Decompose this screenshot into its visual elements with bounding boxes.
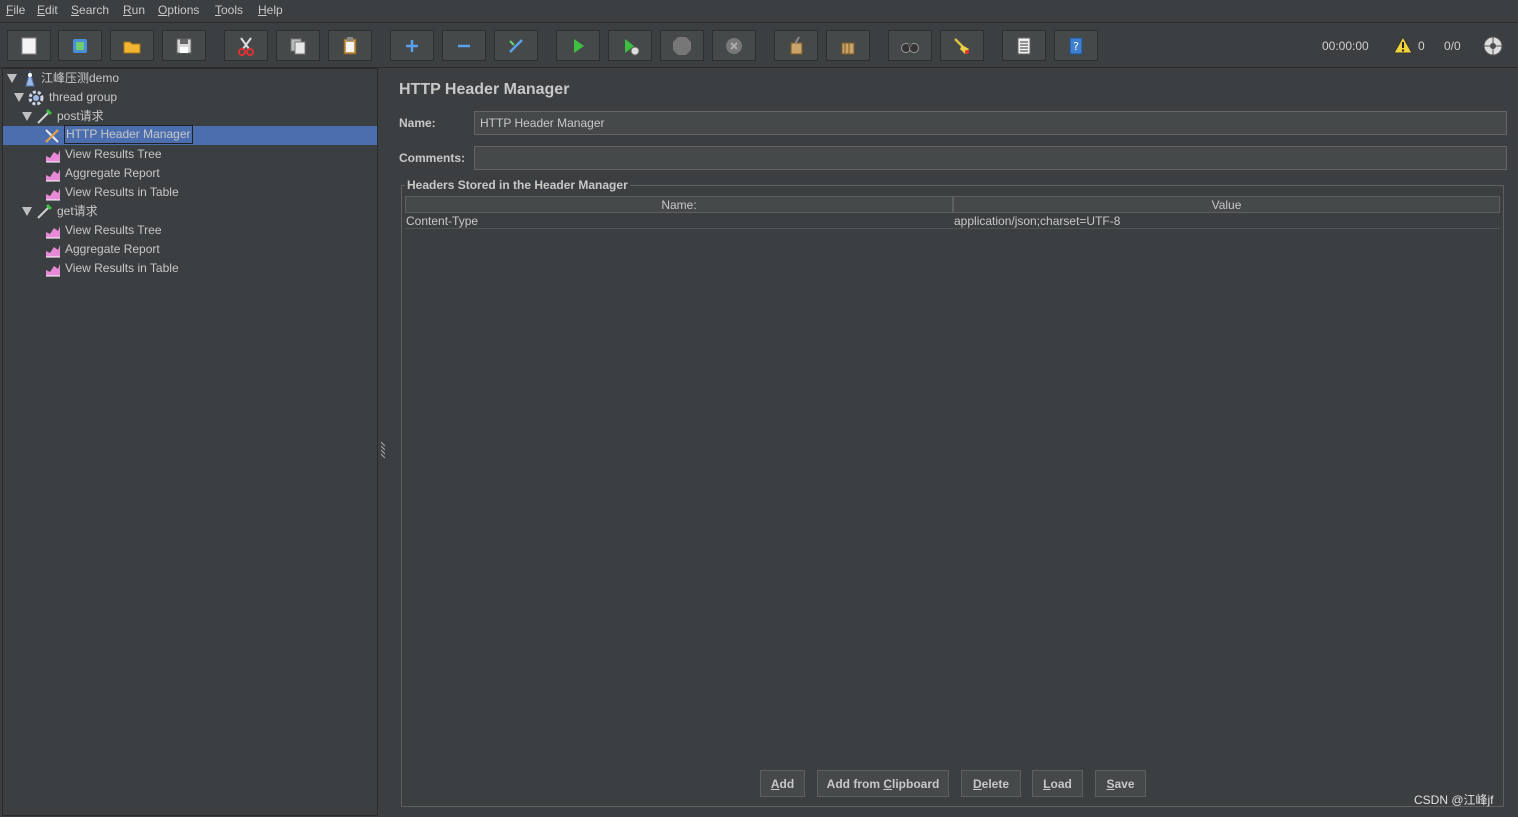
page-title: HTTP Header Manager (399, 81, 570, 98)
templates-button[interactable] (58, 30, 102, 61)
collapse-button[interactable] (442, 30, 486, 61)
header-manager-tools-icon (45, 129, 59, 143)
function-helper-button[interactable] (1002, 30, 1046, 61)
gear-icon (28, 90, 44, 106)
svg-text:?: ? (1073, 40, 1079, 53)
tree-node-http-header-manager[interactable]: HTTP Header Manager (3, 125, 377, 145)
test-plan-icon (25, 70, 35, 87)
elapsed-time: 00:00:00 (1322, 39, 1369, 53)
headers-group-title: Headers Stored in the Header Manager (405, 178, 630, 192)
cut-button[interactable] (224, 30, 268, 61)
menu-bar: File Edit Search Run Options Tools Help (0, 0, 1518, 23)
wand-icon (509, 38, 523, 53)
stop-icon (673, 36, 691, 55)
start-button[interactable] (556, 30, 600, 61)
header-row-name[interactable]: Content-Type (405, 213, 953, 229)
warning-count: 0 (1418, 39, 1425, 53)
scissors-icon (238, 36, 254, 56)
paste-button[interactable] (328, 30, 372, 61)
help-button[interactable]: ? (1054, 30, 1098, 61)
listener-chart-icon (46, 245, 60, 258)
add-from-clipboard-button[interactable]: Add from Clipboard (817, 770, 949, 797)
play-icon (574, 38, 584, 53)
list-icon (1017, 37, 1031, 54)
stop-button[interactable] (660, 30, 704, 61)
binoculars-icon (901, 42, 919, 53)
broom-icon (954, 37, 969, 54)
plus-icon (406, 39, 418, 52)
sampler-pipette-icon (37, 203, 53, 219)
open-button[interactable] (110, 30, 154, 61)
warning-icon[interactable] (1393, 36, 1413, 54)
save-button[interactable] (162, 30, 206, 61)
sampler-pipette-icon (37, 108, 53, 124)
shutdown-button[interactable] (712, 30, 756, 61)
new-file-icon (21, 37, 37, 54)
shutdown-icon (726, 37, 742, 54)
add-button[interactable]: Add (760, 770, 805, 797)
minus-icon (458, 44, 470, 47)
reset-search-button[interactable] (940, 30, 984, 61)
column-header-name[interactable]: Name: (405, 196, 953, 213)
toggle-button[interactable] (494, 30, 538, 61)
expand-arrow-icon[interactable] (22, 112, 32, 121)
menu-search[interactable]: Search (71, 3, 109, 17)
play-no-timer-icon (625, 38, 640, 55)
copy-button[interactable] (276, 30, 320, 61)
floppy-icon (176, 38, 192, 53)
test-plan-tree: 江峰压测demo thread group post请求 HTTP Header… (2, 68, 378, 816)
broom-clear-all-icon (841, 42, 855, 54)
toolbar: ? 00:00:00 0 0/0 (0, 23, 1518, 68)
menu-help[interactable]: Help (258, 3, 283, 17)
watermark: CSDN @江峰jf (1414, 793, 1494, 807)
comments-label: Comments: (399, 151, 466, 165)
menu-run[interactable]: Run (123, 3, 145, 17)
listener-chart-icon (46, 226, 60, 239)
element-editor: HTTP Header Manager Name: Comments: Head… (388, 68, 1516, 817)
listener-chart-icon (46, 150, 60, 163)
search-button[interactable] (888, 30, 932, 61)
load-button[interactable]: Load (1032, 770, 1083, 797)
copy-icon (290, 38, 306, 54)
save-headers-button[interactable]: Save (1095, 770, 1146, 797)
name-input[interactable] (474, 111, 1507, 135)
clipboard-icon (343, 36, 357, 54)
expand-button[interactable] (390, 30, 434, 61)
menu-edit[interactable]: Edit (37, 3, 58, 17)
new-button[interactable] (7, 30, 51, 61)
name-label: Name: (399, 116, 436, 130)
expand-arrow-icon[interactable] (22, 207, 32, 216)
headers-table[interactable]: Name: Value Content-Type application/jso… (405, 196, 1501, 746)
broom-clear-icon (790, 36, 803, 54)
header-row-value[interactable]: application/json;charset=UTF-8 (953, 213, 1500, 229)
menu-tools[interactable]: Tools (215, 3, 243, 17)
listener-chart-icon (46, 264, 60, 277)
remote-status-icon[interactable] (1482, 35, 1504, 57)
menu-options[interactable]: Options (158, 3, 199, 17)
templates-icon (73, 38, 87, 53)
folder-icon (123, 41, 141, 53)
help-icon: ? (1069, 37, 1083, 54)
expand-arrow-icon[interactable] (14, 93, 24, 102)
clear-all-button[interactable] (826, 30, 870, 61)
splitter-grip-icon[interactable] (381, 440, 385, 462)
active-threads: 0/0 (1444, 39, 1461, 53)
delete-button[interactable]: Delete (961, 770, 1021, 797)
start-no-pauses-button[interactable] (608, 30, 652, 61)
menu-file[interactable]: File (6, 3, 25, 17)
listener-chart-icon (46, 188, 60, 201)
clear-button[interactable] (774, 30, 818, 61)
listener-chart-icon (46, 169, 60, 182)
expand-arrow-icon[interactable] (7, 74, 17, 83)
column-header-value[interactable]: Value (953, 196, 1500, 213)
comments-input[interactable] (474, 146, 1507, 170)
